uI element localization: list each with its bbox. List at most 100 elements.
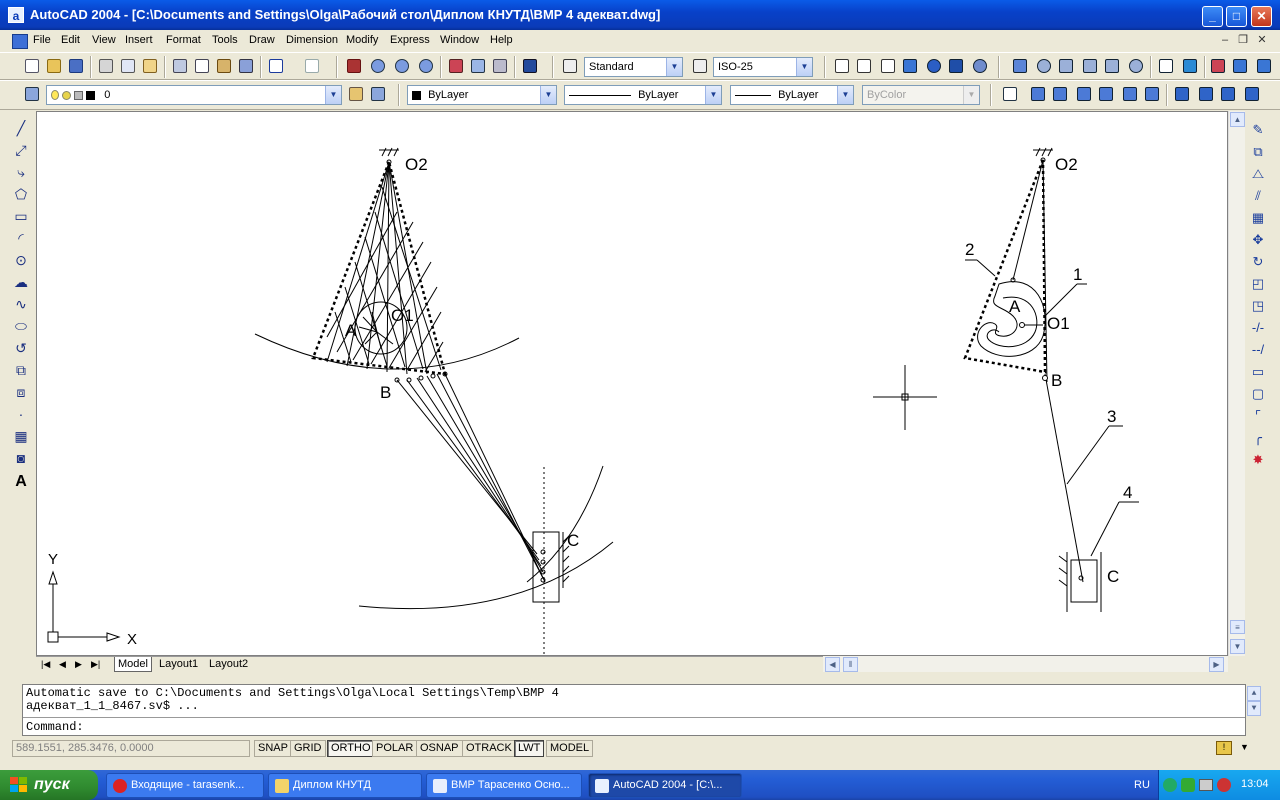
copy-icon[interactable] bbox=[192, 56, 212, 76]
properties-icon[interactable] bbox=[446, 56, 466, 76]
point-icon[interactable]: · bbox=[12, 405, 30, 423]
circle-icon[interactable]: ⊙ bbox=[12, 251, 30, 269]
layer-select[interactable]: 0 ▼ bbox=[46, 85, 342, 105]
menu-format[interactable]: Format bbox=[166, 34, 201, 46]
make-layer-current-icon[interactable] bbox=[346, 84, 366, 104]
task-folder[interactable]: Диплом КНУТД bbox=[268, 773, 422, 798]
open-icon[interactable] bbox=[44, 56, 64, 76]
layer-manager-icon[interactable] bbox=[22, 84, 42, 104]
intersect-icon[interactable] bbox=[1254, 56, 1274, 76]
view-sw-iso-icon[interactable] bbox=[1172, 84, 1192, 104]
extrude-icon[interactable] bbox=[1156, 56, 1176, 76]
scale-icon[interactable]: ◰ bbox=[1249, 275, 1267, 293]
task-mail[interactable]: Входящие - tarasenk... bbox=[106, 773, 264, 798]
linetype-select[interactable]: ByLayer ▼ bbox=[564, 85, 722, 105]
wedge-icon[interactable] bbox=[1102, 56, 1122, 76]
close-button[interactable]: ✕ bbox=[1251, 6, 1272, 27]
tab-layout2[interactable]: Layout2 bbox=[206, 657, 251, 672]
cmd-scroll-up-icon[interactable]: ▲ bbox=[1247, 686, 1261, 701]
match-properties-icon[interactable] bbox=[236, 56, 256, 76]
dimension-style-select[interactable]: ISO-25 ▼ bbox=[713, 57, 813, 77]
tab-last-icon[interactable]: ▶| bbox=[88, 657, 103, 672]
wireframe-icon[interactable] bbox=[878, 56, 898, 76]
ucs-icon[interactable] bbox=[1000, 84, 1020, 104]
cut-icon[interactable] bbox=[170, 56, 190, 76]
command-input[interactable]: Command: bbox=[23, 717, 1245, 735]
drawing-area[interactable]: O2 O1 A B C O2 O1 A B C 1 2 3 4 Y X bbox=[36, 111, 1228, 657]
view-ne-iso-icon[interactable] bbox=[1218, 84, 1238, 104]
hidden-icon[interactable] bbox=[900, 56, 920, 76]
scroll-down-icon[interactable]: ▼ bbox=[1230, 639, 1245, 654]
zoom-realtime-icon[interactable] bbox=[368, 56, 388, 76]
menu-file[interactable]: File bbox=[33, 34, 51, 46]
tray-app-icon[interactable] bbox=[1163, 778, 1177, 792]
view-back-icon[interactable] bbox=[1142, 84, 1162, 104]
zoom-window-icon[interactable] bbox=[392, 56, 412, 76]
minimize-button[interactable]: _ bbox=[1202, 6, 1223, 27]
ortho-toggle[interactable]: ORTHO bbox=[327, 740, 375, 757]
save-icon[interactable] bbox=[66, 56, 86, 76]
menu-dimension[interactable]: Dimension bbox=[286, 34, 338, 46]
start-button[interactable]: пуск bbox=[0, 770, 98, 800]
snap-toggle[interactable]: SNAP bbox=[254, 740, 292, 757]
tab-first-icon[interactable]: |◀ bbox=[38, 657, 53, 672]
tab-next-icon[interactable]: ▶ bbox=[72, 657, 85, 672]
task-word[interactable]: ВМР Тарасенко Осно... bbox=[426, 773, 582, 798]
rectangle-icon[interactable]: ▭ bbox=[12, 207, 30, 225]
gouraud-icon[interactable] bbox=[946, 56, 966, 76]
render-icon[interactable] bbox=[970, 56, 990, 76]
make-block-icon[interactable]: ⧈ bbox=[12, 383, 30, 401]
multiline-text-icon[interactable]: A bbox=[12, 473, 30, 491]
offset-icon[interactable]: ⫽ bbox=[1249, 187, 1267, 205]
tab-model[interactable]: Model bbox=[114, 657, 152, 672]
design-center-icon[interactable] bbox=[468, 56, 488, 76]
break-icon[interactable]: ▢ bbox=[1249, 385, 1267, 403]
dimension-style-icon[interactable] bbox=[690, 56, 710, 76]
view-right-icon[interactable] bbox=[1096, 84, 1116, 104]
osnap-toggle[interactable]: OSNAP bbox=[416, 740, 463, 757]
hscroll-thumb[interactable]: ⦀ bbox=[843, 657, 858, 672]
scroll-up-icon[interactable]: ▲ bbox=[1230, 112, 1245, 127]
autocad-app-icon[interactable]: a bbox=[8, 7, 24, 23]
scroll-right-icon[interactable]: ▶ bbox=[1209, 657, 1224, 672]
revision-cloud-icon[interactable]: ☁ bbox=[12, 273, 30, 291]
paste-icon[interactable] bbox=[214, 56, 234, 76]
mdi-restore-button[interactable]: ❐ bbox=[1236, 33, 1250, 47]
vertical-scrollbar[interactable]: ▲ ≡ ▼ bbox=[1228, 111, 1245, 656]
zoom-previous-icon[interactable] bbox=[416, 56, 436, 76]
undo-icon[interactable] bbox=[266, 56, 286, 76]
menu-window[interactable]: Window bbox=[440, 34, 479, 46]
move-icon[interactable]: ✥ bbox=[1249, 231, 1267, 249]
fillet-icon[interactable]: ╭ bbox=[1249, 429, 1267, 447]
pan-icon[interactable] bbox=[344, 56, 364, 76]
subtract-icon[interactable] bbox=[1230, 56, 1250, 76]
mirror-icon[interactable]: ⧍ bbox=[1249, 165, 1267, 183]
view-se-iso-icon[interactable] bbox=[1196, 84, 1216, 104]
arc-icon[interactable]: ◜ bbox=[12, 229, 30, 247]
model-toggle[interactable]: MODEL bbox=[546, 740, 594, 757]
polygon-icon[interactable]: ⬠ bbox=[12, 185, 30, 203]
new-icon[interactable] bbox=[22, 56, 42, 76]
3d-orbit-icon[interactable] bbox=[854, 56, 874, 76]
flat-shaded-icon[interactable] bbox=[924, 56, 944, 76]
lwt-toggle[interactable]: LWT bbox=[514, 740, 545, 757]
copy-object-icon[interactable]: ⧉ bbox=[1249, 143, 1267, 161]
view-nw-iso-icon[interactable] bbox=[1242, 84, 1262, 104]
line-icon[interactable]: ╱ bbox=[12, 119, 30, 137]
torus-icon[interactable] bbox=[1126, 56, 1146, 76]
tab-prev-icon[interactable]: ◀ bbox=[56, 657, 69, 672]
text-style-select[interactable]: Standard ▼ bbox=[584, 57, 683, 77]
tab-layout1[interactable]: Layout1 bbox=[156, 657, 201, 672]
task-autocad[interactable]: AutoCAD 2004 - [C:\... bbox=[588, 773, 742, 798]
menu-draw[interactable]: Draw bbox=[249, 34, 275, 46]
redo-icon[interactable] bbox=[302, 56, 322, 76]
publish-icon[interactable] bbox=[140, 56, 160, 76]
menu-modify[interactable]: Modify bbox=[346, 34, 378, 46]
menu-edit[interactable]: Edit bbox=[61, 34, 80, 46]
hatch-icon[interactable]: ▦ bbox=[12, 427, 30, 445]
maximize-button[interactable]: □ bbox=[1226, 6, 1247, 27]
stretch-icon[interactable]: ◳ bbox=[1249, 297, 1267, 315]
language-indicator[interactable]: RU bbox=[1134, 779, 1150, 791]
extend-icon[interactable]: --/ bbox=[1249, 341, 1267, 359]
array-icon[interactable]: ▦ bbox=[1249, 209, 1267, 227]
